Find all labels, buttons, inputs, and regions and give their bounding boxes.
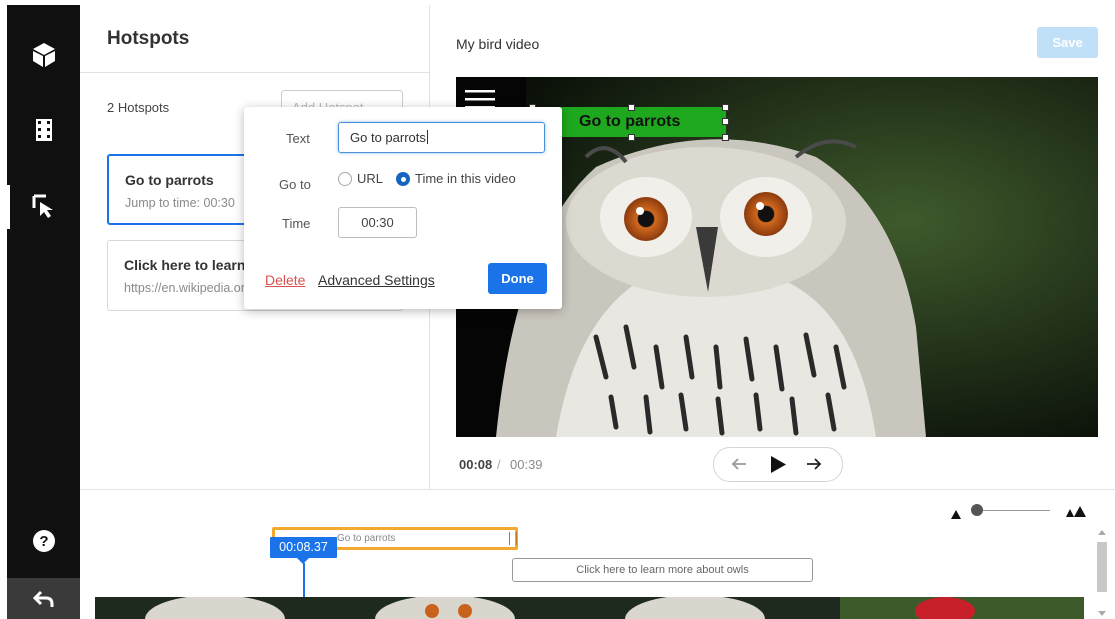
scroll-down-icon[interactable] (1098, 611, 1106, 616)
hotspot-text-value: Go to parrots (350, 130, 426, 145)
hotspot-editor-popup: Text Go to parrots Go to URL Time in thi… (244, 107, 562, 309)
radio-url[interactable] (338, 172, 352, 186)
goto-label: Go to (279, 177, 311, 192)
resize-handle[interactable] (628, 104, 635, 111)
playback-controls (713, 447, 843, 482)
delete-link[interactable]: Delete (265, 272, 305, 288)
resize-handle[interactable] (722, 104, 729, 111)
filmstrip[interactable] (95, 597, 1084, 619)
text-cursor (426, 130, 428, 144)
time-input[interactable]: 00:30 (338, 207, 417, 238)
scroll-thumb[interactable] (1097, 542, 1107, 592)
resize-handle[interactable] (722, 134, 729, 141)
left-rail: ? (7, 5, 80, 619)
radio-url-label[interactable]: URL (357, 171, 383, 186)
zoom-out-icon[interactable] (951, 506, 961, 524)
hotspot-count: 2 Hotspots (107, 100, 170, 115)
save-button[interactable]: Save (1037, 27, 1098, 58)
segment-drag-handle[interactable] (509, 532, 517, 545)
back-arrow-icon[interactable] (7, 578, 80, 619)
svg-text:?: ? (39, 533, 48, 550)
panel-divider (80, 72, 429, 73)
panel-title: Hotspots (107, 28, 190, 49)
hotspot-card-title: Go to parrots (125, 172, 214, 188)
filmstrip-thumbnails (95, 597, 1084, 619)
playhead-time[interactable]: 00:08.37 (270, 537, 337, 558)
segment-label: Go to parrots (337, 533, 396, 544)
time-label: Time (282, 216, 311, 231)
zoom-in-icon[interactable] (1066, 504, 1086, 522)
current-time: 00:08 (459, 457, 493, 472)
hotspot-card-subtitle: Jump to time: 00:30 (125, 196, 235, 210)
video-title: My bird video (456, 36, 540, 52)
scroll-up-icon[interactable] (1098, 530, 1106, 535)
resize-handle[interactable] (722, 118, 729, 125)
arrow-left-icon[interactable] (731, 457, 747, 476)
play-icon[interactable] (770, 456, 786, 478)
hotspot-text-input[interactable]: Go to parrots (338, 122, 545, 153)
zoom-slider-knob[interactable] (971, 504, 983, 516)
done-button[interactable]: Done (488, 263, 547, 294)
radio-time-in-video[interactable] (396, 172, 410, 186)
radio-time-label[interactable]: Time in this video (415, 171, 516, 186)
time-separator: / (497, 457, 501, 472)
zoom-slider-track[interactable] (977, 510, 1050, 511)
cube-icon[interactable] (7, 31, 80, 79)
advanced-settings-link[interactable]: Advanced Settings (318, 272, 435, 288)
total-time: 00:39 (510, 457, 543, 472)
resize-handle[interactable] (628, 134, 635, 141)
timeline-divider (80, 489, 1115, 490)
arrow-right-icon[interactable] (806, 457, 822, 476)
cursor-hotspot-icon[interactable] (7, 182, 80, 230)
timeline-segment-owls[interactable]: Click here to learn more about owls (512, 558, 813, 582)
text-label: Text (286, 131, 310, 146)
help-icon[interactable]: ? (7, 517, 80, 565)
film-icon[interactable] (7, 106, 80, 154)
